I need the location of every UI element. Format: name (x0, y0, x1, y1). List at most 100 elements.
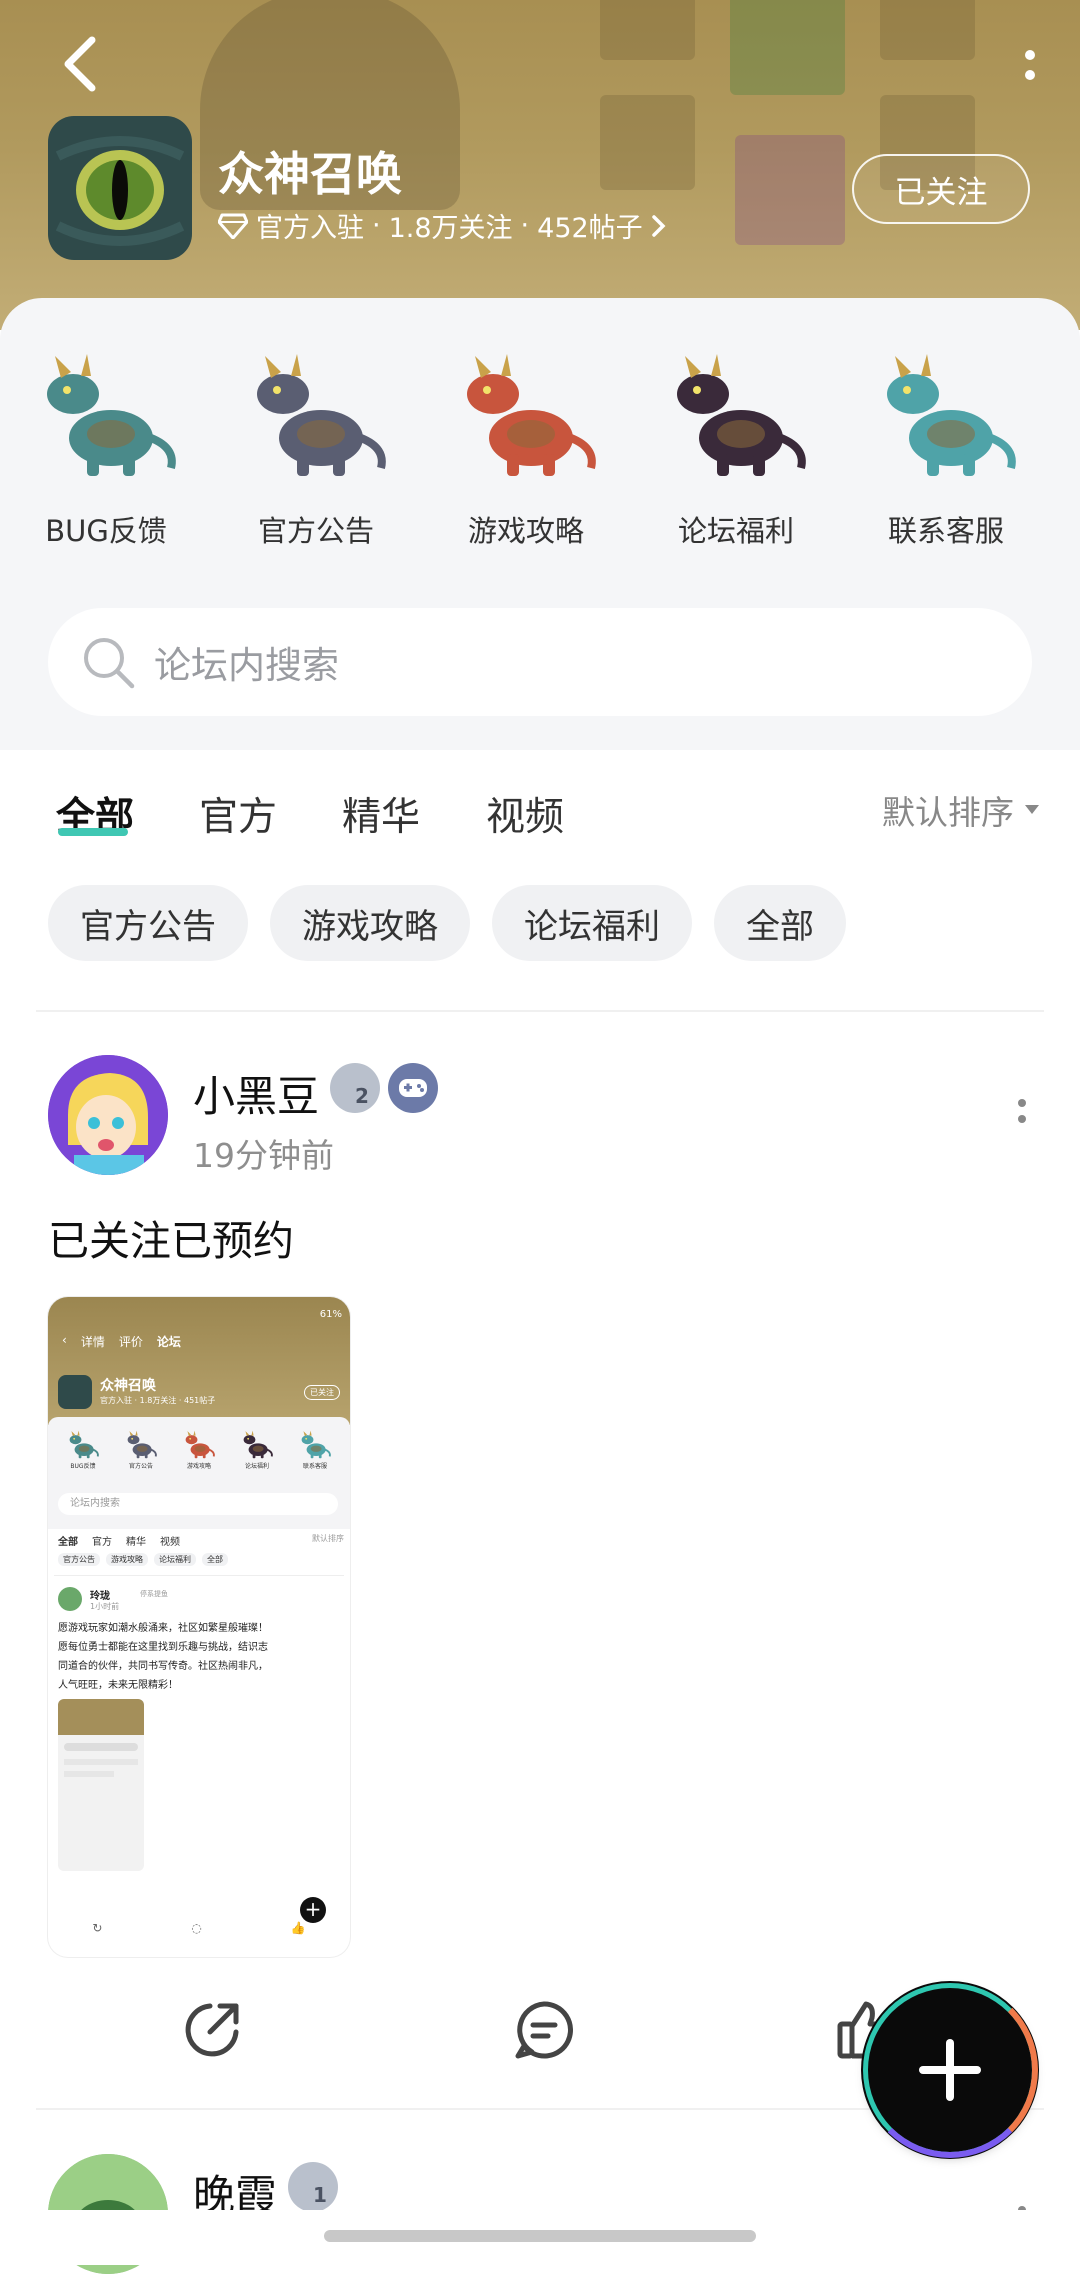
thumb-post-line: 愿游戏玩家如潮水般涌来，社区如繁星般璀璨！ (58, 1623, 268, 1634)
app-icon[interactable] (48, 116, 192, 260)
dragon-icon (47, 354, 176, 476)
level-badge-number: 1 (313, 2183, 327, 2207)
back-button[interactable] (50, 28, 110, 100)
thumb-category-label: BUG反馈 (70, 1463, 96, 1470)
forum-meta[interactable]: 官方入驻 · 1.8万关注 · 452帖子 (218, 206, 667, 245)
level-badge-number: 2 (355, 1084, 369, 1108)
thumb-search-text: 论坛内搜索 (70, 1498, 120, 1509)
tab-video[interactable]: 视频 (486, 786, 564, 842)
thumb-chip: 论坛福利 (154, 1553, 196, 1566)
thumb-divider (54, 1575, 344, 1576)
category-item[interactable]: 官方公告 (212, 338, 420, 550)
thumb-chip: 官方公告 (58, 1553, 100, 1566)
comment-button[interactable] (512, 1998, 576, 2062)
post-image[interactable]: ‹ 详情 评价 论坛 61% 众神召唤 官方入驻 · 1.8万关注 · 451帖… (48, 1297, 350, 1957)
tab-featured[interactable]: 精华 (342, 786, 420, 842)
thumb-tab2: 全部 (58, 1537, 78, 1548)
level-badge: 1 (288, 2162, 338, 2212)
thumb-follow: 已关注 (304, 1385, 340, 1400)
thumb-category-label: 论坛福利 (244, 1463, 269, 1470)
category-panel: BUG反馈 官方公告 游戏攻略 论坛福利 联系客服 论坛内搜索 (0, 298, 1080, 750)
forum-header: 众神召唤 官方入驻 · 1.8万关注 · 452帖子 已关注 (0, 0, 1080, 330)
app-title: 众神召唤 (218, 147, 402, 201)
thumb-tab: 评价 (118, 1335, 143, 1349)
header-art-tile (600, 95, 695, 190)
sort-dropdown[interactable]: 默认排序 (882, 786, 1040, 834)
filter-chip[interactable]: 官方公告 (48, 885, 248, 961)
thumb-post-tag: 停系提鱼 (140, 1590, 168, 1598)
thumb-category: 联系客服 (298, 1427, 332, 1470)
header-art-tile (600, 0, 695, 60)
category-label: 官方公告 (257, 514, 374, 548)
thumb-search: 论坛内搜索 (58, 1493, 338, 1515)
dragon-icon (69, 1430, 99, 1459)
dragon-icon (243, 1430, 273, 1459)
more-menu-button[interactable] (1010, 40, 1050, 90)
thumb-category: 官方公告 (124, 1427, 158, 1470)
thumb-comment-icon: ◌ (191, 1921, 202, 1935)
thumb-app-icon (58, 1375, 92, 1409)
category-item[interactable]: BUG反馈 (2, 338, 210, 550)
thumb-meta: 官方入驻 · 1.8万关注 · 451帖子 (100, 1396, 216, 1405)
category-label: 游戏攻略 (467, 514, 584, 548)
post-text[interactable]: 已关注已预约 (48, 1207, 294, 1267)
chevron-left-icon (64, 36, 96, 92)
diamond-icon (218, 213, 248, 239)
header-art-tile (735, 135, 845, 245)
filter-chip[interactable]: 论坛福利 (492, 885, 692, 961)
search-icon (84, 638, 135, 689)
create-post-button[interactable] (862, 1982, 1038, 2158)
thumb-fab: + (300, 1897, 326, 1923)
thumb-category: 游戏攻略 (182, 1427, 216, 1470)
dragon-icon (185, 1430, 215, 1459)
filter-chip[interactable]: 全部 (714, 885, 846, 961)
gamepad-icon (399, 1079, 427, 1097)
post-more-button[interactable] (1012, 1099, 1032, 1123)
category-label: 联系客服 (887, 514, 1004, 548)
header-art-tile (880, 0, 975, 60)
thumb-post-line: 人气旺旺，未来无限精彩！ (58, 1680, 178, 1691)
search-bar[interactable]: 论坛内搜索 (48, 608, 1032, 716)
meta-separator: · (520, 210, 530, 241)
follow-button[interactable]: 已关注 (852, 154, 1030, 224)
followers-count: 1.8万关注 (388, 213, 513, 244)
thumb-category-label: 游戏攻略 (186, 1463, 211, 1470)
thumb-post-text: 愿游戏玩家如潮水般涌来，社区如繁星般璀璨！ 愿每位勇士都能在这里找到乐趣与挑战，结… (58, 1619, 348, 1695)
filter-chip[interactable]: 游戏攻略 (270, 885, 470, 961)
avatar[interactable] (48, 1055, 168, 1175)
category-label: BUG反馈 (45, 514, 167, 548)
category-label: 论坛福利 (677, 514, 794, 548)
thumb-sort: 默认排序 (312, 1534, 344, 1543)
category-chips: 官方公告 游戏攻略 论坛福利 全部 (48, 885, 846, 961)
dragon-icon (887, 354, 1016, 476)
filter-tabs: 全部 官方 精华 视频 默认排序 (0, 750, 1080, 880)
tab-official[interactable]: 官方 (199, 786, 277, 842)
thumb-tab: 详情 (80, 1335, 105, 1349)
thumb-tabs2: 全部 官方 精华 视频 (58, 1533, 180, 1548)
share-button[interactable] (180, 1998, 244, 2062)
thumb-battery: 61% (319, 1309, 342, 1320)
dragon-icon (677, 354, 806, 476)
thumb-post-user: 玲珑 (90, 1591, 110, 1602)
thumb-tab: 论坛 (156, 1335, 181, 1349)
category-item[interactable]: 游戏攻略 (422, 338, 630, 550)
avatar-image (48, 1055, 168, 1175)
dragon-eye-icon (55, 136, 185, 246)
thumb-category: BUG反馈 (66, 1427, 100, 1470)
dragon-icon (301, 1430, 331, 1459)
home-indicator[interactable] (324, 2230, 756, 2242)
chevron-right-icon (651, 214, 666, 237)
post-username[interactable]: 小黑豆 (193, 1063, 319, 1124)
level-badge: 2 (330, 1063, 380, 1113)
thumb-actions: ↻ ◌ 👍 (48, 1921, 350, 1935)
thumb-tab2: 官方 (92, 1537, 112, 1548)
thumb-categories: BUG反馈 官方公告 游戏攻略 论坛福利 联系客服 (54, 1427, 344, 1470)
posts-count: 452帖子 (537, 213, 643, 244)
thumb-back-icon: ‹ (62, 1333, 67, 1347)
category-item[interactable]: 联系客服 (842, 338, 1050, 550)
meta-separator: · (372, 210, 381, 241)
category-item[interactable]: 论坛福利 (632, 338, 840, 550)
category-row: BUG反馈 官方公告 游戏攻略 论坛福利 联系客服 (0, 338, 1080, 550)
fab-ring (862, 1982, 1038, 2158)
thumb-post-time: 1小时前 (90, 1602, 120, 1611)
